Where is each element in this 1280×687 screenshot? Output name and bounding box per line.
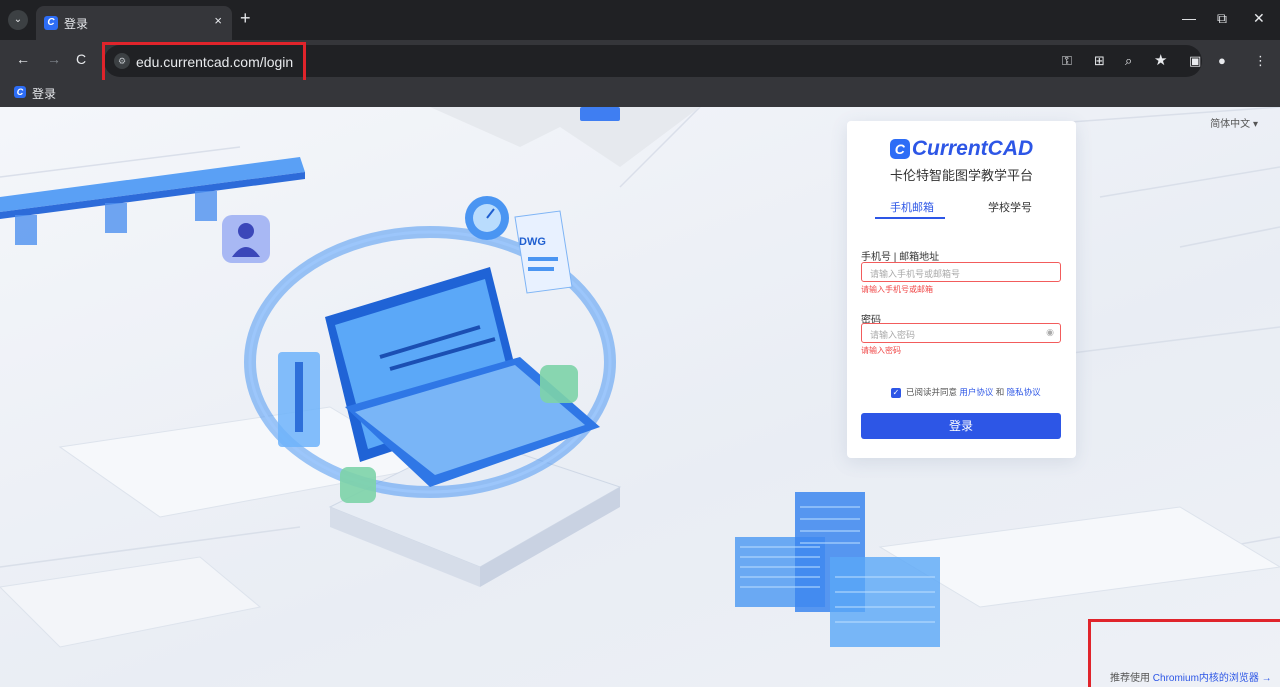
tab-school-id[interactable]: 学校学号 (988, 199, 1032, 215)
password-key-icon[interactable]: ⚿ (1062, 53, 1072, 69)
browser-tab[interactable]: C 登录 × (36, 6, 232, 40)
hint-prefix: 推荐使用 (1110, 673, 1150, 684)
new-tab-button[interactable]: + (240, 8, 251, 29)
password-error: 请输入密码 (861, 346, 901, 355)
side-panel-icon[interactable]: ▣ (1189, 53, 1201, 69)
browser-recommendation: 推荐使用 Chromium内核的浏览器 → (1110, 669, 1272, 684)
eye-icon[interactable]: ◉ (1046, 327, 1054, 338)
svg-text:DWG: DWG (519, 236, 546, 248)
reload-button[interactable]: C (76, 51, 86, 67)
url-highlight-box (102, 42, 306, 84)
account-placeholder: 请输入手机号或邮箱号 (870, 269, 961, 279)
bookmark-star-icon[interactable]: ★ (1154, 51, 1167, 69)
privacy-link[interactable]: 隐私协议 (1007, 387, 1041, 397)
bookmark-favicon-icon: C (14, 86, 26, 98)
logo-mark-icon: C (889, 139, 910, 159)
platform-subtitle: 卡伦特智能图学教学平台 (889, 168, 1033, 183)
agreement-prefix: 已阅读并同意 (906, 387, 958, 397)
agreement-and: 和 (995, 387, 1005, 397)
agreement-row: ✓ 已阅读并同意 用户协议 和 隐私协议 (891, 386, 1041, 398)
login-page: DWG 简体中文 ▾ (0, 107, 1280, 687)
account-input[interactable]: 请输入手机号或邮箱号 (861, 262, 1061, 282)
password-input[interactable]: 请输入密码 ◉ (861, 323, 1061, 343)
hero-illustration: DWG (0, 107, 1280, 648)
close-tab-icon[interactable]: × (214, 13, 222, 28)
tab-title: 登录 (64, 17, 89, 31)
login-button[interactable]: 登录 (861, 413, 1061, 439)
browser-tab-bar: ⌄ C 登录 × + — ⧉ ✕ (0, 0, 1280, 40)
back-button[interactable]: ← (16, 51, 30, 67)
brand-logo: C CurrentCAD (847, 137, 1076, 161)
translate-icon[interactable]: ⊞ (1094, 53, 1105, 69)
minimize-button[interactable]: — (1182, 10, 1196, 26)
hint-link[interactable]: Chromium内核的浏览器 → (1153, 673, 1272, 684)
agree-checkbox[interactable]: ✓ (891, 387, 901, 398)
menu-icon[interactable]: ⋮ (1254, 53, 1267, 69)
forward-button[interactable]: → (47, 51, 61, 67)
login-card: C CurrentCAD 卡伦特智能图学教学平台 手机邮箱 学校学号 手机号 | … (847, 121, 1076, 458)
profile-icon[interactable]: ● (1218, 53, 1226, 68)
logo-text: CurrentCAD (911, 137, 1034, 160)
tab-phone-email[interactable]: 手机邮箱 (890, 199, 934, 215)
terms-link[interactable]: 用户协议 (959, 387, 993, 397)
close-window-button[interactable]: ✕ (1253, 10, 1265, 27)
restore-button[interactable]: ⧉ (1217, 10, 1227, 27)
zoom-icon[interactable]: ⌕ (1125, 53, 1132, 69)
language-selector[interactable]: 简体中文 ▾ (1210, 115, 1258, 130)
active-tab-indicator (875, 217, 945, 219)
password-placeholder: 请输入密码 (870, 330, 916, 340)
site-favicon-icon: C (44, 16, 58, 30)
bookmark-item[interactable]: 登录 (32, 85, 56, 102)
bookmarks-bar (0, 80, 1280, 107)
account-error: 请输入手机号或邮箱 (861, 285, 933, 294)
account-label: 手机号 | 邮箱地址 (861, 252, 940, 263)
tab-search-icon[interactable]: ⌄ (8, 10, 28, 30)
